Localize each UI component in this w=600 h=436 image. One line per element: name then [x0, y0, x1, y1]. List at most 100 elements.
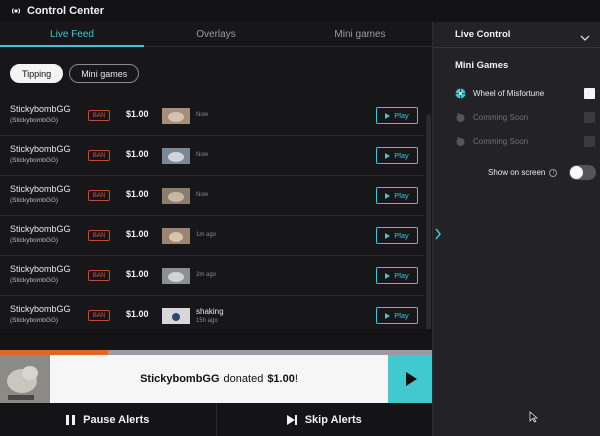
donation-time: Now	[196, 152, 209, 158]
skip-alerts-label: Skip Alerts	[304, 413, 362, 426]
live-control-title: Live Control	[455, 29, 511, 40]
game-label: Comming Soon	[473, 136, 529, 146]
mouse-cursor-icon	[529, 410, 539, 428]
donation-thumbnail	[162, 148, 190, 164]
donation-feed: StickybombGG (StickybombGG) BAN $1.00 Now Pla…	[0, 96, 424, 352]
play-alert-button[interactable]: Play	[376, 147, 418, 164]
donation-amount: $1.00	[126, 309, 149, 319]
donor-username: (StickybombGG)	[10, 197, 59, 204]
donation-amount: $1.00	[126, 149, 149, 159]
donor-name: StickybombGG	[10, 304, 71, 314]
play-label: Play	[394, 151, 409, 160]
donor-name: StickybombGG	[10, 264, 71, 274]
play-alert-button[interactable]: Play	[376, 307, 418, 324]
ban-button[interactable]: BAN	[88, 230, 110, 241]
donation-message: shaking	[196, 307, 224, 316]
donor-name: StickybombGG	[10, 224, 71, 234]
play-alert-button[interactable]: Play	[376, 107, 418, 124]
ban-button[interactable]: BAN	[88, 190, 110, 201]
play-label: Play	[394, 111, 409, 120]
game-coming-soon-2: Comming Soon	[455, 134, 595, 148]
donation-amount: $1.00	[126, 189, 149, 199]
feed-row: StickybombGG (StickybombGG) BAN $1.00 Now Pla…	[0, 136, 424, 176]
filter-pills: Tipping Mini games	[10, 64, 140, 83]
donation-amount: $1.00	[126, 109, 149, 119]
skip-alerts-button[interactable]: Skip Alerts	[217, 403, 433, 436]
ban-button[interactable]: BAN	[88, 110, 110, 121]
alert-suffix: !	[294, 373, 298, 385]
play-icon	[385, 232, 391, 239]
play-label: Play	[394, 311, 409, 320]
donation-thumbnail	[162, 308, 190, 324]
app-title: Control Center	[27, 5, 104, 17]
tab-bar: Live Feed Overlays Mini games	[0, 22, 432, 47]
donor-name: StickybombGG	[10, 184, 71, 194]
alert-amount: $1.00	[267, 373, 295, 385]
play-label: Play	[394, 231, 409, 240]
play-icon	[406, 372, 417, 386]
placeholder-game-icon	[455, 136, 466, 147]
show-on-screen-toggle[interactable]	[569, 165, 597, 180]
game-checkbox[interactable]	[584, 87, 595, 99]
current-alert: StickybombGG donated $1.00!	[0, 355, 432, 403]
filter-tipping[interactable]: Tipping	[10, 64, 64, 83]
broadcast-icon	[10, 5, 22, 17]
wheel-icon	[455, 88, 466, 99]
donor-name: StickybombGG	[10, 104, 71, 114]
play-label: Play	[394, 191, 409, 200]
feed-row: StickybombGG (StickybombGG) BAN $1.00 1m ago…	[0, 216, 424, 256]
tab-mini-games[interactable]: Mini games	[288, 22, 432, 46]
game-coming-soon-1: Comming Soon	[455, 110, 595, 124]
play-icon	[385, 192, 391, 199]
pause-alerts-label: Pause Alerts	[83, 413, 150, 426]
donation-thumbnail	[162, 108, 190, 124]
alert-donor: StickybombGG	[140, 373, 220, 385]
live-control-panel: Live Control Mini Games Wheel of Misfort…	[432, 22, 600, 436]
game-wheel-of-misfortune[interactable]: Wheel of Misfortune	[455, 86, 595, 100]
divider	[433, 47, 600, 48]
game-label: Comming Soon	[473, 112, 529, 122]
alert-verb: donated	[223, 373, 264, 385]
donor-username: (StickybombGG)	[10, 237, 59, 244]
donation-time: 2m ago	[196, 272, 217, 278]
donation-thumbnail	[162, 228, 190, 244]
play-alert-button[interactable]: Play	[376, 267, 418, 284]
replay-alert-button[interactable]	[388, 355, 432, 403]
play-alert-button[interactable]: Play	[376, 227, 418, 244]
info-icon[interactable]: i	[549, 168, 558, 177]
mini-games-heading: Mini Games	[455, 60, 509, 71]
donation-amount: $1.00	[126, 269, 149, 279]
pause-icon	[66, 414, 76, 425]
tab-overlays[interactable]: Overlays	[144, 22, 288, 46]
donation-time: 15h ago	[196, 318, 218, 324]
chevron-down-icon[interactable]	[580, 29, 590, 47]
donor-name: StickybombGG	[10, 144, 71, 154]
alert-actions: Pause Alerts Skip Alerts	[0, 403, 432, 436]
ban-button[interactable]: BAN	[88, 310, 110, 321]
ban-button[interactable]: BAN	[88, 150, 110, 161]
play-label: Play	[394, 271, 409, 280]
play-icon	[385, 272, 391, 279]
skip-icon	[286, 414, 297, 425]
donation-time: Now	[196, 112, 209, 118]
donation-amount: $1.00	[126, 229, 149, 239]
game-checkbox	[584, 111, 595, 123]
donor-username: (StickybombGG)	[10, 317, 59, 324]
game-checkbox	[584, 135, 595, 147]
filter-mini-games[interactable]: Mini games	[69, 64, 140, 83]
show-on-screen-label: Show on screen	[488, 168, 546, 177]
donor-username: (StickybombGG)	[10, 277, 59, 284]
feed-row: StickybombGG (StickybombGG) BAN $1.00 Now Pla…	[0, 96, 424, 136]
feed-row: StickybombGG (StickybombGG) BAN $1.00 2m ago…	[0, 256, 424, 296]
now-playing-area: StickybombGG donated $1.00! Pause Alerts…	[0, 329, 432, 436]
tab-live-feed[interactable]: Live Feed	[0, 22, 144, 47]
feed-row: StickybombGG (StickybombGG) BAN $1.00 Now Pla…	[0, 176, 424, 216]
ban-button[interactable]: BAN	[88, 270, 110, 281]
play-alert-button[interactable]: Play	[376, 187, 418, 204]
pause-alerts-button[interactable]: Pause Alerts	[0, 403, 217, 436]
placeholder-game-icon	[455, 112, 466, 123]
feed-scrollbar[interactable]	[426, 114, 431, 344]
donation-time: 1m ago	[196, 232, 217, 238]
expand-panel-chevron-icon[interactable]	[432, 224, 444, 244]
play-icon	[385, 312, 391, 319]
